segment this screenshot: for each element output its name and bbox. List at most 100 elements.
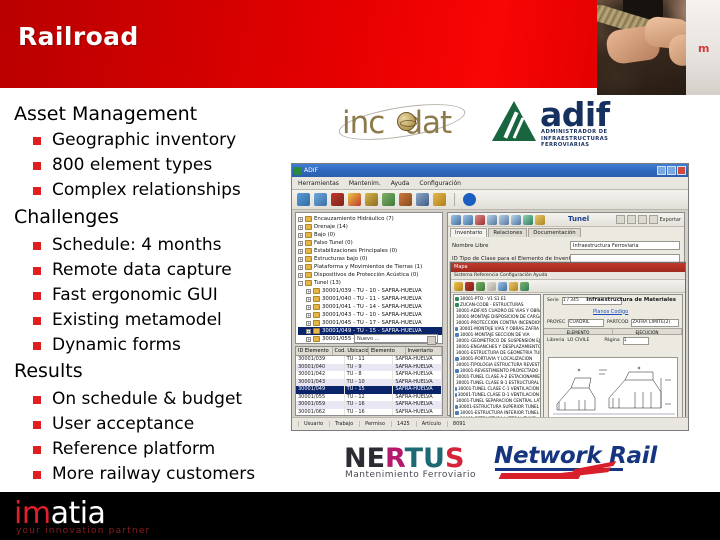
tree-node[interactable]: - Tunel (13) <box>298 279 442 287</box>
tab-documentacion[interactable]: Documentación <box>528 228 581 237</box>
search-icon[interactable] <box>511 214 521 225</box>
tree-node[interactable]: + Dispositivos de Protección Acústica (0) <box>298 271 442 279</box>
railway-icon[interactable] <box>465 281 474 291</box>
child-window-mapa[interactable]: Mapa Sistema Referencia Configuración Ay… <box>450 262 686 426</box>
minimize-button[interactable] <box>657 166 666 175</box>
page-input[interactable]: 1 <box>622 336 649 345</box>
tab-inventario[interactable]: Inventario <box>450 228 488 237</box>
form-tabs[interactable]: Inventario Relaciones Documentación <box>450 228 581 237</box>
bullet-text: Fast ergonomic GUI <box>52 285 218 305</box>
delete-icon[interactable] <box>475 214 485 225</box>
header-photo-hands-rope: m <box>597 0 720 95</box>
lock-icon[interactable] <box>648 215 658 224</box>
export-label[interactable]: Exportar <box>660 217 682 223</box>
database-icon[interactable] <box>416 193 429 206</box>
copy-icon[interactable] <box>523 214 533 225</box>
field-input[interactable]: Infraestructura Ferroviaria <box>570 241 680 250</box>
tree-node[interactable]: +30001/039 - TU - 10 - SAFRA-HUELVA <box>298 287 442 295</box>
form-toolbar[interactable]: Tunel Exportar <box>448 213 684 227</box>
tree-node[interactable]: + Drenaje (14) <box>298 223 442 231</box>
tree-node[interactable]: + Plataforma y Movimientos de Tierras (1) <box>298 263 442 271</box>
list-icon[interactable] <box>637 215 647 224</box>
info-icon[interactable] <box>463 193 476 206</box>
map-icon[interactable] <box>382 193 395 206</box>
next-icon[interactable] <box>499 214 509 225</box>
globe-icon[interactable] <box>297 193 310 206</box>
save-icon[interactable] <box>463 214 473 225</box>
warning-icon[interactable] <box>348 193 361 206</box>
bullet-text: Complex relationships <box>52 180 241 200</box>
table-row[interactable]: 30001/055 TU - 12 SAFRA-HUELVA <box>296 393 442 401</box>
child-window-menubar[interactable]: Sistema Referencia Configuración Ayuda <box>451 272 685 280</box>
field-input[interactable]: CUADRIL <box>568 318 604 327</box>
prev-icon[interactable] <box>487 214 497 225</box>
folder-icon[interactable] <box>433 193 446 206</box>
tree-node-label: 30001/041 - TU - 14 - SAFRA-HUELVA <box>322 304 422 310</box>
list-item: Complex relationships <box>14 178 241 203</box>
tree-icon[interactable] <box>476 281 485 291</box>
tree-node[interactable]: + Encauzamiento Hidráulico (7) <box>298 215 442 223</box>
table-row[interactable]: 30001/039 TU - 11 SAFRA-HUELVA <box>296 356 442 364</box>
filter-icon[interactable] <box>314 193 327 206</box>
menu-item-herramientas[interactable]: Herramientas <box>298 180 339 187</box>
new-item-combo[interactable]: Nuevo ... <box>354 334 438 345</box>
grid-col-ubicacion: Cod. Ubicación <box>334 347 369 355</box>
table-row[interactable]: 30001/043 TU - 10 SAFRA-HUELVA <box>296 378 442 386</box>
menu-item-mantenimiento[interactable]: Mantenim. <box>349 180 381 187</box>
edit-icon[interactable] <box>535 214 545 225</box>
menu-item-ayuda[interactable]: Ayuda <box>391 180 410 187</box>
tree-node[interactable]: +30001/040 - TU - 11 - SAFRA-HUELVA <box>298 295 442 303</box>
tree-node[interactable]: + Estructuras bajo (0) <box>298 255 442 263</box>
inventory-tree[interactable]: + Encauzamiento Hidráulico (7) + Drenaje (… <box>295 212 443 344</box>
tree-node[interactable]: + Falso Tunel (0) <box>298 239 442 247</box>
add-icon[interactable] <box>454 281 463 291</box>
tree-node[interactable]: +30001/045 - TU - 17 - SAFRA-HUELVA <box>298 319 442 327</box>
main-toolbar[interactable] <box>292 190 688 210</box>
table-row[interactable]: 30001/062 TU - 16 SAFRA-HUELVA <box>296 408 442 415</box>
results-grid[interactable]: ID Elemento Cod. Ubicación Elemento Inve… <box>295 346 443 416</box>
window-controls[interactable] <box>657 166 686 175</box>
new-icon[interactable] <box>451 214 461 225</box>
layout-icon[interactable] <box>615 215 625 224</box>
logo-nertus-subtitle: Mantenimiento Ferroviario <box>345 470 476 480</box>
tree-node[interactable]: + Bajo (0) <box>298 231 442 239</box>
tree-node[interactable]: + Estabilizaciones Principales (0) <box>298 247 442 255</box>
bullet-square-icon <box>33 421 41 429</box>
bullet-square-icon <box>33 446 41 454</box>
child-window-tree[interactable]: 30001-PTO - V1 S1 E1 ZUCAN-CODB - ESTRUC… <box>453 294 541 423</box>
table-row[interactable]: 30001/042 TU - 8 SAFRA-HUELVA <box>296 371 442 379</box>
planos-link[interactable]: Planos Codigo <box>593 309 628 315</box>
table-row[interactable]: 30001/059 TU - 16 SAFRA-HUELVA <box>296 401 442 409</box>
bullet-text: More railway customers <box>52 464 256 484</box>
maximize-button[interactable] <box>667 166 676 175</box>
export-icon[interactable] <box>520 281 529 291</box>
doc-icon[interactable] <box>487 281 496 291</box>
tree-node[interactable]: +30001/043 - TU - 10 - SAFRA-HUELVA <box>298 311 442 319</box>
table-row-selected[interactable]: 30001/049 TU - 15 SAFRA-HUELVA <box>296 386 442 394</box>
menu-item-configuracion[interactable]: Configuración <box>419 180 461 187</box>
grid-col-ejecucion: EJECUCION <box>613 329 682 335</box>
print-icon[interactable] <box>509 281 518 291</box>
column-icon[interactable] <box>365 193 378 206</box>
field-input[interactable]: ZAFRA LIMITE(2) <box>631 318 679 327</box>
tree-node[interactable]: +30001/041 - TU - 14 - SAFRA-HUELVA <box>298 303 442 311</box>
child-link-row: Planos Codigo <box>544 306 682 317</box>
railway-icon[interactable] <box>331 193 344 206</box>
list-item: Reference platform <box>14 437 255 462</box>
child-window-toolbar[interactable] <box>451 280 685 293</box>
bullet-square-icon <box>33 267 41 275</box>
bullet-text: 800 element types <box>52 155 213 175</box>
status-bar: Usuario Trabajo Permiso 1425 Artículo 80… <box>292 417 688 430</box>
zoom-icon[interactable] <box>498 281 507 291</box>
window-titlebar: ADIF <box>292 164 688 177</box>
field-label: PROYEC <box>547 320 566 325</box>
bullet-list-asset-management: Geographic inventory 800 element types C… <box>14 128 241 203</box>
table-row[interactable]: 30001/040 TU - 9 SAFRA-HUELVA <box>296 363 442 371</box>
tab-relaciones[interactable]: Relaciones <box>488 228 528 237</box>
bullet-text: Reference platform <box>52 439 216 459</box>
print-icon[interactable] <box>399 193 412 206</box>
close-button[interactable] <box>677 166 686 175</box>
menu-bar[interactable]: Herramientas Mantenim. Ayuda Configuraci… <box>292 177 688 190</box>
form-right-controls[interactable]: Exportar <box>615 215 682 224</box>
grid-icon[interactable] <box>626 215 636 224</box>
